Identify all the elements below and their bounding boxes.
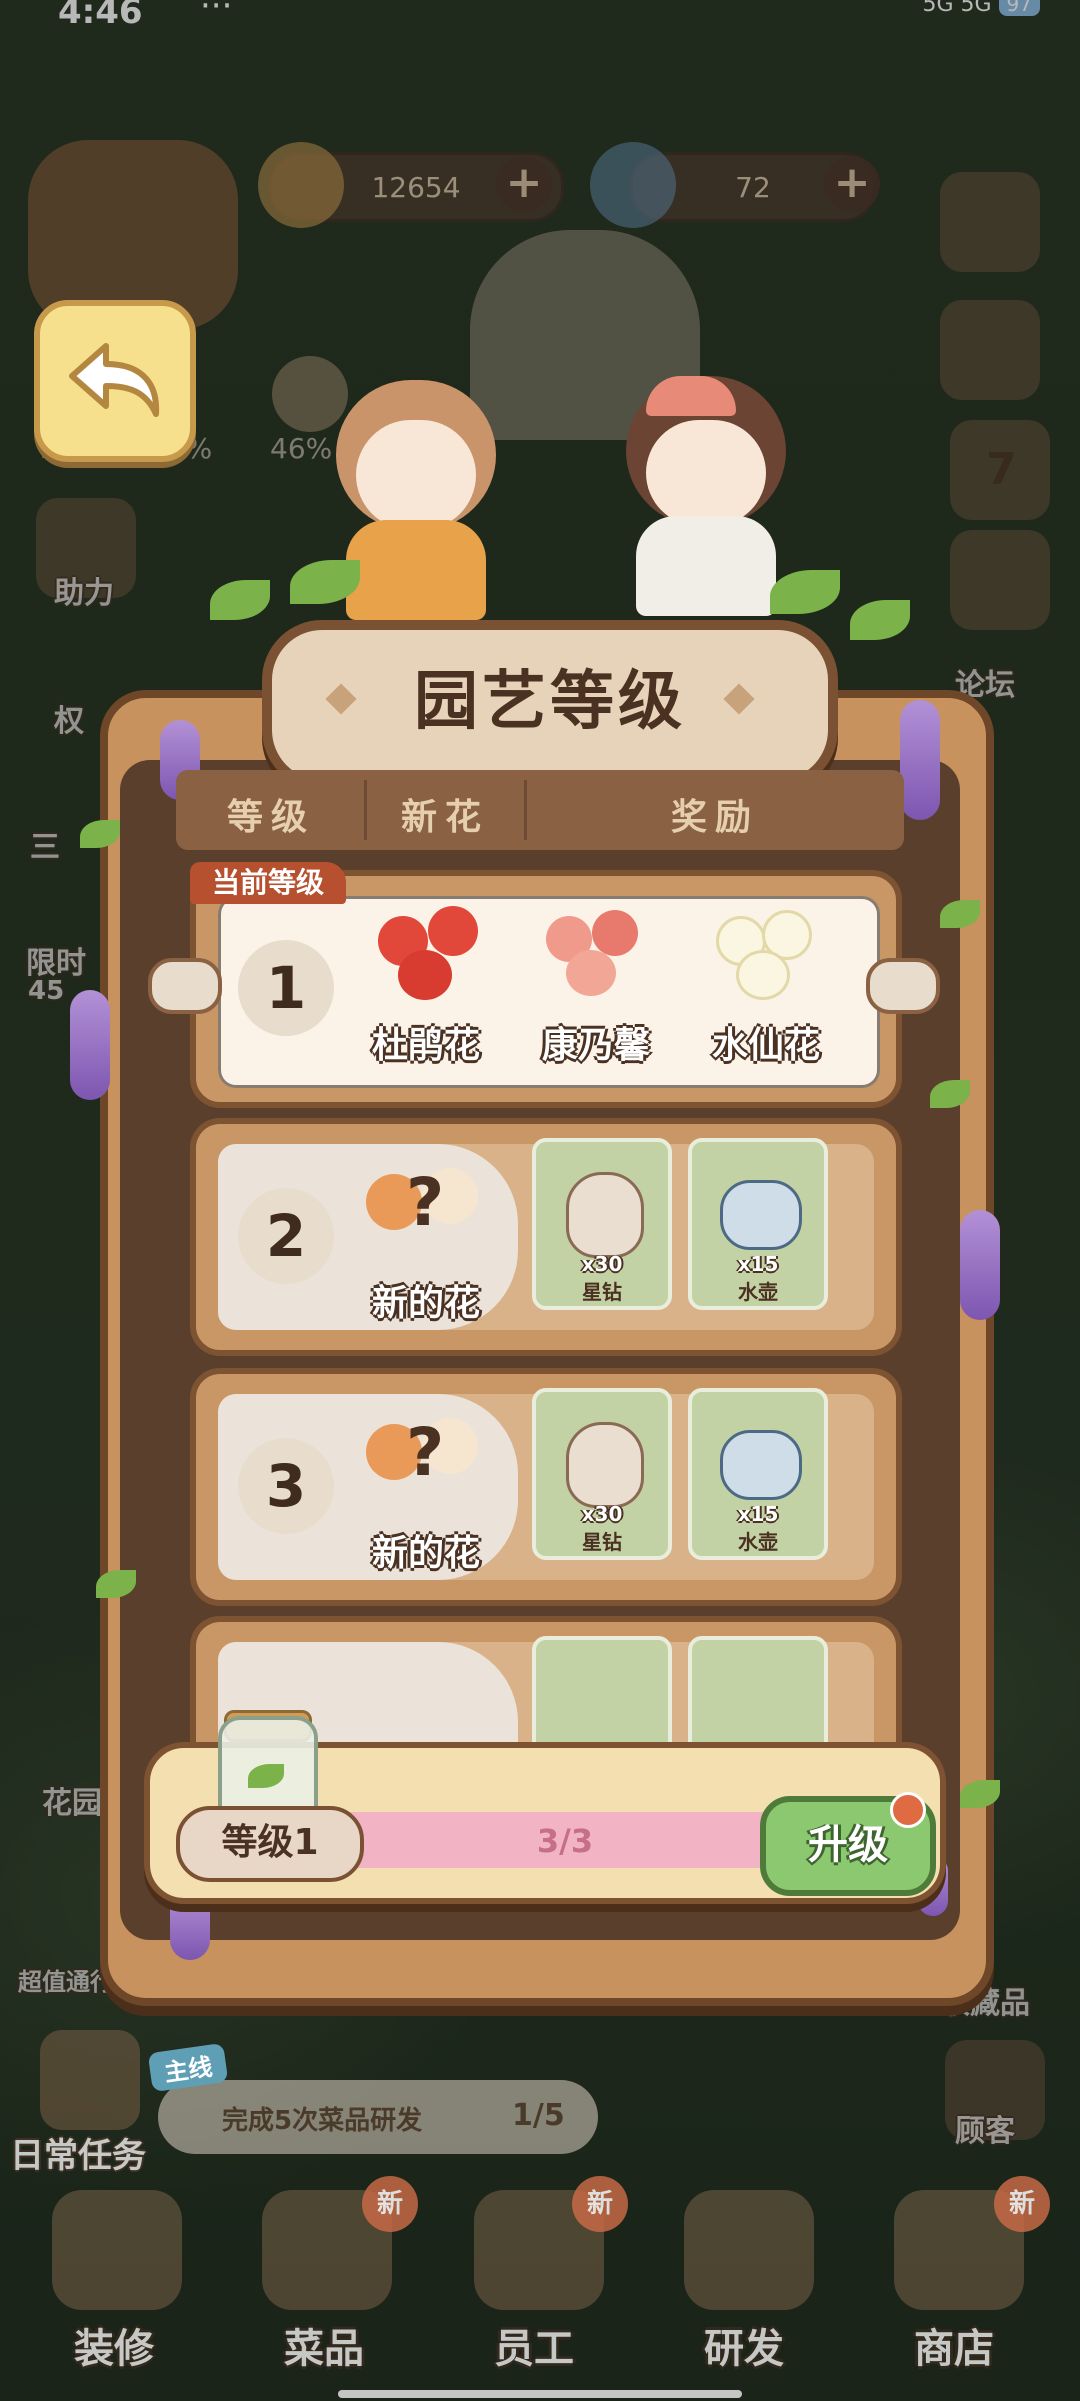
reward-star-diamond[interactable]: x30 星钻 (532, 1138, 672, 1310)
nav-research[interactable]: 研发 (704, 2316, 784, 2374)
mystery-flower-icon: ? (366, 1414, 484, 1514)
reward-name: 水壶 (738, 1280, 778, 1304)
reward-name: 星钻 (582, 1280, 622, 1304)
new-flower-label: 新的花 (371, 1533, 480, 1574)
flower-name-carnation: 康乃馨 (541, 1025, 650, 1066)
star-diamond-bag-icon (566, 1172, 644, 1258)
level-progress-text: 3/3 (536, 1822, 594, 1860)
watering-can-icon (720, 1430, 802, 1500)
research-icon[interactable] (684, 2190, 814, 2310)
quest-progress: 1/5 (512, 2098, 565, 2133)
nav-dishes[interactable]: 菜品 (284, 2316, 364, 2374)
upgrade-notification-dot (890, 1792, 926, 1828)
new-flower-label: 新的花 (371, 1283, 480, 1324)
wisteria-left-1 (70, 990, 110, 1100)
level-card-3[interactable]: 3 ? 新的花 x30 星钻 x15 水壶 (190, 1368, 902, 1606)
quest-text: 完成5次菜品研发 (222, 2106, 423, 2136)
reward-star-diamond[interactable]: x30 星钻 (532, 1388, 672, 1560)
staff-new-badge: 新 (572, 2176, 628, 2232)
reward-qty: x30 (581, 1252, 623, 1276)
nav-shop[interactable]: 商店 (914, 2316, 994, 2374)
flower-name-azalea: 杜鹃花 (371, 1025, 480, 1066)
azalea-flower-icon (368, 906, 486, 1006)
level-card-1[interactable]: 1 杜鹃花 康乃馨 水仙花 (190, 870, 902, 1108)
reward-watering-can[interactable]: x15 水壶 (688, 1388, 828, 1560)
header-reward: 奖励 (670, 797, 759, 838)
header-new-flower: 新花 (400, 797, 489, 838)
back-button[interactable] (34, 300, 196, 462)
reward-name: 水壶 (738, 1530, 778, 1554)
carnation-flower-icon (536, 906, 654, 1006)
dishes-new-badge: 新 (362, 2176, 418, 2232)
reward-watering-can[interactable]: x15 水壶 (688, 1138, 828, 1310)
watering-can-icon (720, 1180, 802, 1250)
level-number: 1 (238, 940, 334, 1036)
shop-new-badge: 新 (994, 2176, 1050, 2232)
nav-decorate[interactable]: 装修 (74, 2316, 154, 2374)
wisteria-right-1 (900, 700, 940, 820)
decorate-icon[interactable] (52, 2190, 182, 2310)
reward-qty: x15 (737, 1502, 779, 1526)
reward-qty: x30 (581, 1502, 623, 1526)
header-level: 等级 (226, 797, 315, 838)
level-card-2[interactable]: 2 ? 新的花 x30 星钻 x15 水壶 (190, 1118, 902, 1356)
nav-staff[interactable]: 员工 (494, 2316, 574, 2374)
home-indicator (338, 2390, 742, 2398)
panel-title: 园艺等级 (414, 665, 686, 739)
daily-task-icon[interactable] (40, 2030, 140, 2130)
reward-name: 星钻 (582, 1530, 622, 1554)
wisteria-right-2 (960, 1210, 1000, 1320)
mystery-flower-icon: ? (366, 1164, 484, 1264)
narcissus-flower-icon (706, 906, 824, 1006)
right-arrow-icon (866, 958, 940, 1014)
current-level-tag: 当前等级 (190, 862, 347, 904)
reward-qty: x15 (737, 1252, 779, 1276)
left-arrow-icon (148, 958, 222, 1014)
current-level-label: 等级1 (176, 1806, 364, 1882)
star-diamond-bag-icon (566, 1422, 644, 1508)
level-number: 3 (238, 1438, 334, 1534)
flower-name-narcissus: 水仙花 (711, 1025, 820, 1066)
level-number: 2 (238, 1188, 334, 1284)
daily-task-label[interactable]: 日常任务 (10, 2128, 146, 2177)
back-arrow-icon (69, 343, 160, 417)
